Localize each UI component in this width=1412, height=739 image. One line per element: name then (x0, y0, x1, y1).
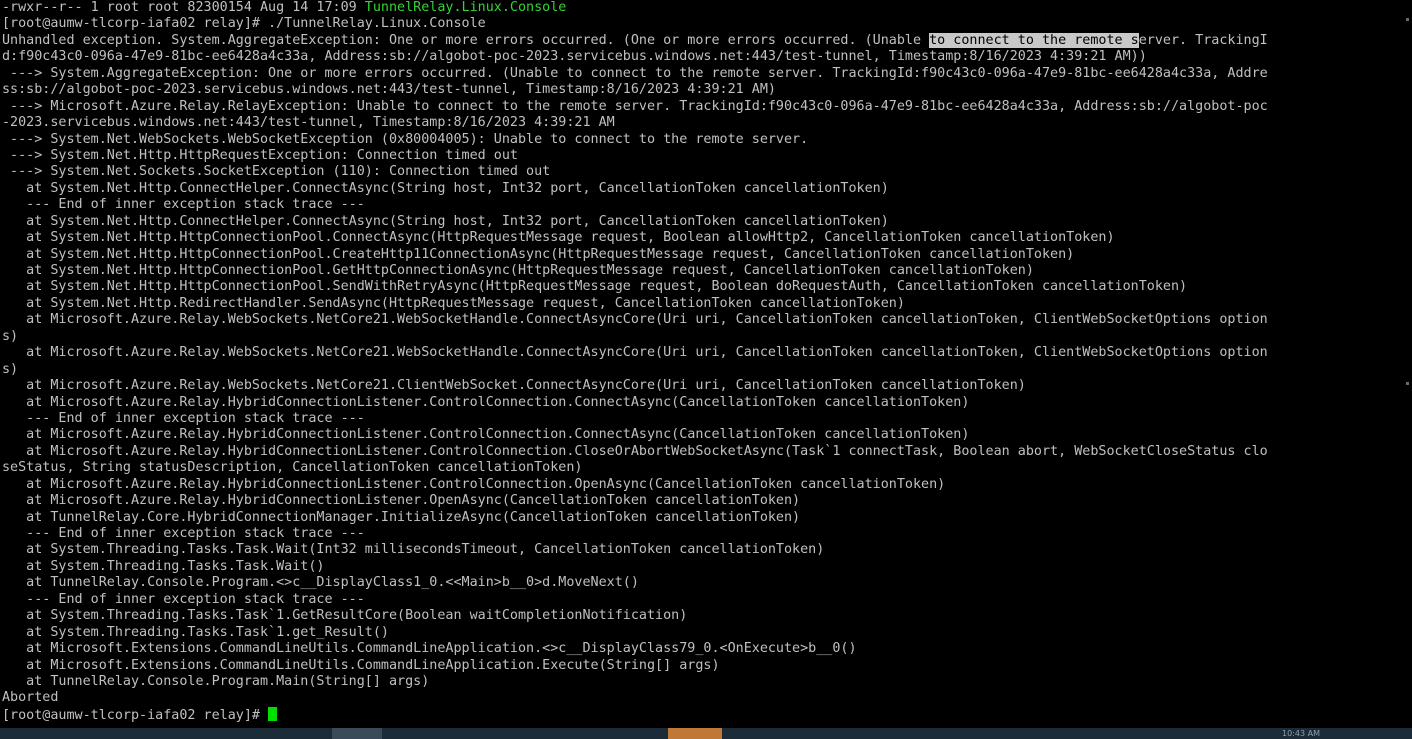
taskbar-button[interactable] (332, 728, 382, 739)
output-line: at Microsoft.Azure.Relay.WebSockets.NetC… (2, 312, 1268, 328)
output-line: at Microsoft.Azure.Relay.WebSockets.NetC… (2, 345, 1268, 361)
output-line: at Microsoft.Azure.Relay.HybridConnectio… (2, 394, 970, 410)
output-line: at TunnelRelay.Console.Program.<>c__Disp… (2, 575, 639, 591)
scroll-marker (1406, 382, 1409, 385)
exception-text: Unhandled exception. System.AggregateExc… (2, 32, 930, 48)
ls-output-line: -rwxr--r-- 1 root root 82300154 Aug 14 1… (0, 0, 1412, 16)
output-line: at System.Net.Http.ConnectHelper.Connect… (2, 180, 889, 196)
taskbar: 10:43 AM (0, 728, 1412, 739)
selected-text[interactable]: to connect to the remote s (929, 32, 1139, 48)
output-line: at Microsoft.Azure.Relay.HybridConnectio… (2, 476, 946, 492)
output-line: s) (2, 328, 19, 344)
output-line: at Microsoft.Azure.Relay.WebSockets.NetC… (2, 378, 1026, 394)
output-line: at System.Threading.Tasks.Task.Wait() (2, 558, 325, 574)
executable-filename: TunnelRelay.Linux.Console (364, 0, 567, 15)
scroll-marker (1406, 18, 1409, 21)
output-line: at System.Threading.Tasks.Task`1.GetResu… (2, 608, 688, 624)
command-line: [root@aumw-tlcorp-iafa02 relay]# ./Tunne… (2, 16, 486, 32)
output-line: at System.Net.Http.RedirectHandler.SendA… (2, 295, 905, 311)
taskbar-active-app[interactable] (668, 728, 722, 739)
output-line: at Microsoft.Azure.Relay.HybridConnectio… (2, 493, 801, 509)
file-permissions-text: -rwxr--r-- 1 root root 82300154 Aug 14 1… (2, 0, 365, 15)
output-line: --- End of inner exception stack trace -… (2, 410, 365, 426)
output-line: d:f90c43c0-096a-47e9-81bc-ee6428a4c33a, … (2, 49, 1147, 65)
stack-trace-output: d:f90c43c0-096a-47e9-81bc-ee6428a4c33a, … (0, 49, 1412, 707)
output-line: ---> Microsoft.Azure.Relay.RelayExceptio… (2, 98, 1268, 114)
output-line: at System.Net.Http.HttpConnectionPool.Co… (2, 230, 1115, 246)
output-line: --- End of inner exception stack trace -… (2, 197, 365, 213)
output-line: at Microsoft.Azure.Relay.HybridConnectio… (2, 427, 970, 443)
output-line: at Microsoft.Extensions.CommandLineUtils… (2, 641, 857, 657)
output-line: at System.Threading.Tasks.Task`1.get_Res… (2, 624, 389, 640)
output-line: at Microsoft.Extensions.CommandLineUtils… (2, 657, 720, 673)
output-line: at System.Net.Http.HttpConnectionPool.Ge… (2, 263, 1034, 278)
output-line: --- End of inner exception stack trace -… (2, 591, 365, 607)
output-line: s) (2, 361, 19, 377)
prompt-line[interactable]: [root@aumw-tlcorp-iafa02 relay]# (0, 706, 1412, 723)
output-line: at System.Net.Http.HttpConnectionPool.Se… (2, 279, 1188, 295)
output-line: ---> System.Net.WebSockets.WebSocketExce… (2, 131, 809, 147)
terminal-window[interactable]: -rwxr--r-- 1 root root 82300154 Aug 14 1… (0, 0, 1412, 728)
output-line: ---> System.AggregateException: One or m… (2, 65, 1268, 81)
output-line: ss:sb://algobot-poc-2023.servicebus.wind… (2, 82, 776, 98)
output-line: at TunnelRelay.Core.HybridConnectionMana… (2, 509, 801, 525)
output-line: Aborted (2, 690, 59, 706)
output-line: at System.Net.Http.HttpConnectionPool.Cr… (2, 246, 1075, 262)
output-line: at System.Threading.Tasks.Task.Wait(Int3… (2, 542, 825, 558)
output-line: at Microsoft.Azure.Relay.HybridConnectio… (2, 443, 1268, 459)
output-line: at TunnelRelay.Console.Program.Main(Stri… (2, 673, 430, 689)
terminal-cursor (268, 706, 278, 721)
output-line: ---> System.Net.Sockets.SocketException … (2, 164, 551, 180)
taskbar-clock: 10:43 AM (1282, 729, 1320, 738)
output-line: --- End of inner exception stack trace -… (2, 526, 365, 541)
output-line: seStatus, String statusDescription, Canc… (2, 460, 583, 476)
output-line: at System.Net.Http.ConnectHelper.Connect… (2, 213, 889, 229)
exception-text-continued: erver. TrackingI (1138, 32, 1268, 48)
shell-prompt: [root@aumw-tlcorp-iafa02 relay]# (2, 707, 269, 723)
output-line: ---> System.Net.Http.HttpRequestExceptio… (2, 147, 518, 163)
output-line: -2023.servicebus.windows.net:443/test-tu… (2, 115, 615, 131)
unhandled-exception-line: Unhandled exception. System.AggregateExc… (0, 32, 1412, 49)
